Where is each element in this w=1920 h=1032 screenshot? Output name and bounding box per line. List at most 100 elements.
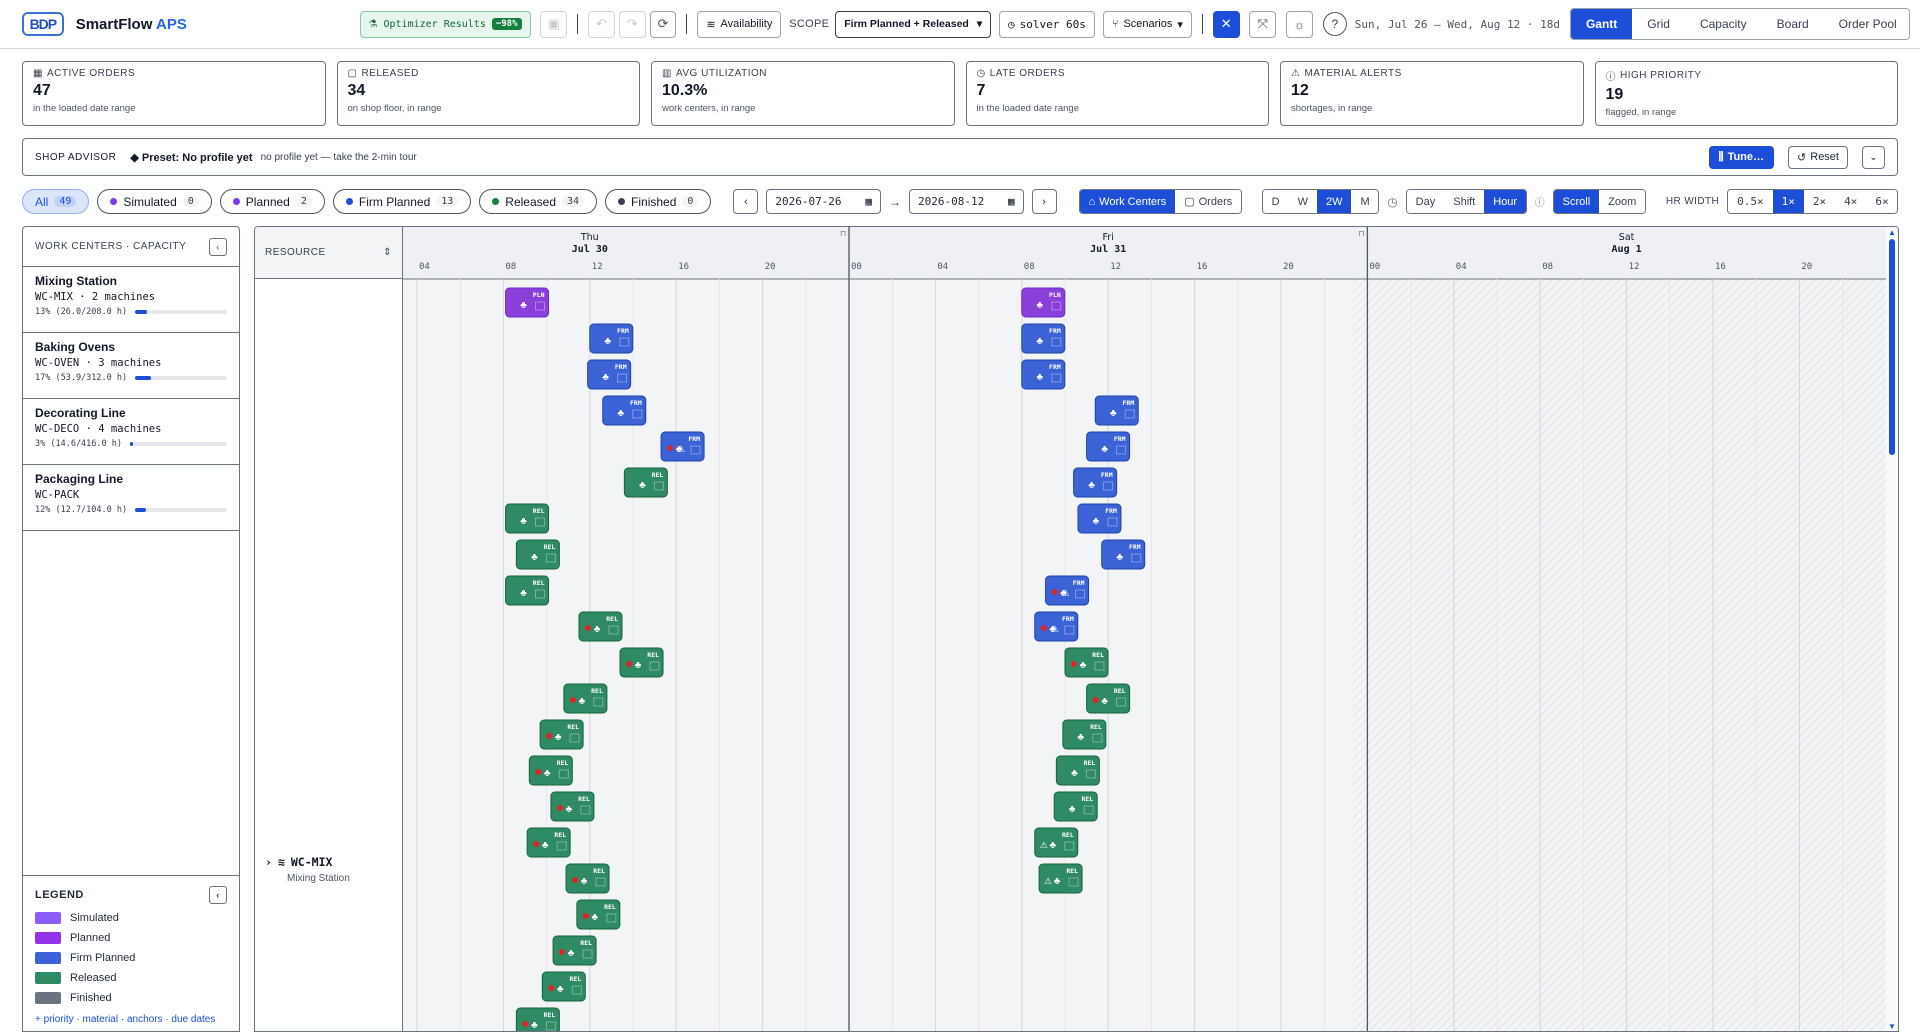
order-bar-rel[interactable]: REL ♣ — [1086, 683, 1131, 714]
view-tab-grid[interactable]: Grid — [1632, 9, 1685, 39]
tune-button[interactable]: ⫼ Tune… — [1708, 145, 1775, 169]
advisor-collapse-button[interactable]: ⌄ — [1862, 145, 1885, 169]
kpi-card[interactable]: ⓘ HIGH PRIORITY 19 flagged, in range — [1594, 61, 1898, 126]
order-bar-rel[interactable]: REL ♣ — [526, 827, 571, 858]
order-bar-frm[interactable]: FRM ♣ — [602, 395, 647, 426]
order-bar-frm[interactable]: FRM♣⚠ — [1045, 575, 1090, 606]
order-bar-frm[interactable]: FRM ♣ — [1086, 431, 1131, 462]
order-bar-frm[interactable]: FRM ♣ — [587, 359, 632, 390]
range-option-2w[interactable]: 2W — [1316, 190, 1352, 213]
legend-collapse-button[interactable]: ‹ — [209, 886, 227, 904]
reset-button[interactable]: ↺ Reset — [1788, 145, 1848, 169]
order-bar-rel[interactable]: REL ♣ — [1055, 755, 1100, 786]
collapse-icon[interactable]: ✕ — [1212, 10, 1240, 38]
refresh-icon[interactable]: ⟳ — [649, 10, 677, 38]
order-bar-rel[interactable]: REL ♣ — [563, 683, 608, 714]
date-to-input[interactable]: 2026-08-12 ▦ — [908, 189, 1024, 214]
unit-option-day[interactable]: Day — [1406, 190, 1445, 213]
filter-pill-simulated[interactable]: Simulated 0 — [97, 189, 212, 214]
help-icon[interactable]: ? — [1322, 12, 1347, 36]
scrollbar-thumb[interactable] — [1889, 239, 1895, 455]
work-center-item[interactable]: Mixing Station WC-MIX · 2 machines 13% (26… — [23, 267, 239, 333]
range-option-d[interactable]: D — [1262, 190, 1289, 213]
kpi-card[interactable]: ⚠ MATERIAL ALERTS 12 shortages, in range — [1280, 61, 1584, 126]
order-bar-pln[interactable]: PLN ♣ — [1021, 287, 1066, 318]
order-bar-rel[interactable]: REL ♣ — [541, 971, 586, 1002]
mode-option-scroll[interactable]: Scroll — [1553, 190, 1600, 213]
kpi-card[interactable]: ▥ AVG UTILIZATION 10.3% work centers, in ra… — [651, 61, 955, 126]
optimizer-results-button[interactable]: ⚗ Optimizer Results −98% — [359, 10, 531, 38]
order-bar-frm[interactable]: FRM ♣ — [1101, 539, 1146, 570]
order-bar-rel[interactable]: REL ♣ — [515, 539, 560, 570]
group-option-orders[interactable]: ▢ Orders — [1175, 190, 1241, 213]
redo-icon[interactable]: ↷ — [618, 10, 646, 38]
prev-range-button[interactable]: ‹ — [733, 189, 759, 214]
order-bar-rel[interactable]: REL ♣⚠ — [1038, 863, 1083, 894]
lock-icon[interactable]: ⊓ — [840, 229, 846, 238]
order-bar-rel[interactable]: REL ♣ — [550, 791, 595, 822]
order-bar-rel[interactable]: REL ♣ — [565, 863, 610, 894]
work-center-item[interactable]: Baking Ovens WC-OVEN · 3 machines 17% (53.… — [23, 333, 239, 399]
hr-width-option-4-[interactable]: 4× — [1835, 190, 1867, 213]
order-bar-rel[interactable]: REL ♣ — [515, 1007, 560, 1032]
sidebar-collapse-button[interactable]: ‹ — [209, 237, 227, 256]
work-center-item[interactable]: Packaging Line WC-PACK 12% (12.7/104.0 h) — [23, 465, 239, 531]
availability-button[interactable]: ≋ Availability — [697, 10, 782, 38]
order-bar-rel[interactable]: REL ♣ — [552, 935, 597, 966]
scope-select[interactable]: Firm Planned + Released ▾ — [835, 10, 992, 38]
next-range-button[interactable]: › — [1031, 189, 1057, 214]
order-bar-rel[interactable]: REL ♣ — [576, 899, 621, 930]
order-bar-frm[interactable]: FRM♣⚠ — [660, 431, 705, 462]
date-from-input[interactable]: 2026-07-26 ▦ — [766, 189, 881, 214]
sort-icon[interactable]: ⇕ — [383, 247, 392, 258]
order-bar-rel[interactable]: REL ♣ — [1064, 647, 1109, 678]
order-bar-rel[interactable]: REL ♣ — [623, 467, 668, 498]
range-option-w[interactable]: W — [1288, 190, 1317, 213]
scenarios-button[interactable]: ⑂ Scenarios ▾ — [1102, 10, 1192, 38]
hr-width-option-2-[interactable]: 2× — [1803, 190, 1836, 213]
kpi-card[interactable]: ▦ ACTIVE ORDERS 47 in the loaded date range — [22, 61, 326, 126]
order-bar-rel[interactable]: REL ♣ — [505, 503, 550, 534]
filter-pill-planned[interactable]: Planned 2 — [219, 189, 325, 214]
unit-option-shift[interactable]: Shift — [1444, 190, 1485, 213]
work-center-item[interactable]: Decorating Line WC-DECO · 4 machines 3% (1… — [23, 399, 239, 465]
order-bar-rel[interactable]: REL ♣ — [619, 647, 664, 678]
legend-more-link[interactable]: + priority · material · anchors · due da… — [35, 1014, 227, 1025]
scroll-up-icon[interactable]: ▲ — [1888, 229, 1896, 237]
vertical-scrollbar[interactable]: ▲ ▼ — [1886, 227, 1898, 1031]
order-bar-frm[interactable]: FRM ♣ — [1021, 323, 1066, 354]
view-tab-order-pool[interactable]: Order Pool — [1823, 9, 1910, 39]
filter-pill-released[interactable]: Released 34 — [479, 189, 598, 214]
lock-icon[interactable]: ⊓ — [1358, 229, 1364, 238]
order-bar-rel[interactable]: REL ♣ — [505, 575, 550, 606]
kpi-card[interactable]: ▢ RELEASED 34 on shop floor, in range — [336, 61, 640, 126]
order-bar-rel[interactable]: REL ♣ — [1053, 791, 1098, 822]
order-bar-frm[interactable]: FRM ♣ — [1077, 503, 1122, 534]
chevron-right-icon[interactable]: › — [265, 855, 272, 869]
filter-pill-firm-planned[interactable]: Firm Planned 13 — [332, 189, 472, 214]
view-tab-gantt[interactable]: Gantt — [1570, 9, 1633, 39]
undo-icon[interactable]: ↶ — [588, 10, 615, 38]
order-bar-frm[interactable]: FRM ♣ — [589, 323, 634, 354]
expand-icon[interactable]: ⤧ — [1249, 10, 1277, 38]
group-option-work-centers[interactable]: ⌂ Work Centers — [1079, 190, 1176, 213]
save-icon[interactable]: ▣ — [540, 10, 568, 38]
order-bar-frm[interactable]: FRM♣⚠ — [1034, 611, 1079, 642]
sun-icon[interactable]: ☼ — [1286, 10, 1314, 38]
order-bar-rel[interactable]: REL ♣ — [1062, 719, 1107, 750]
hr-width-option-1-[interactable]: 1× — [1772, 190, 1804, 213]
hr-width-option-0.5-[interactable]: 0.5× — [1728, 190, 1773, 213]
view-tab-board[interactable]: Board — [1761, 9, 1824, 39]
resource-row-label[interactable]: › ≋ WC-MIX Mixing Station — [265, 855, 350, 884]
advisor-note[interactable]: no profile yet — take the 2-min tour — [261, 152, 417, 163]
view-tab-capacity[interactable]: Capacity — [1684, 9, 1762, 39]
order-bar-pln[interactable]: PLN ♣ — [505, 287, 550, 318]
solver-button[interactable]: ◷ solver 60s — [999, 10, 1095, 38]
mode-option-zoom[interactable]: Zoom — [1599, 190, 1645, 213]
unit-option-hour[interactable]: Hour — [1484, 190, 1526, 213]
order-bar-frm[interactable]: FRM ♣ — [1094, 395, 1139, 426]
order-bar-frm[interactable]: FRM ♣ — [1073, 467, 1118, 498]
range-option-m[interactable]: M — [1351, 190, 1379, 213]
filter-pill-finished[interactable]: Finished 0 — [605, 189, 712, 214]
scroll-down-icon[interactable]: ▼ — [1888, 1023, 1896, 1031]
